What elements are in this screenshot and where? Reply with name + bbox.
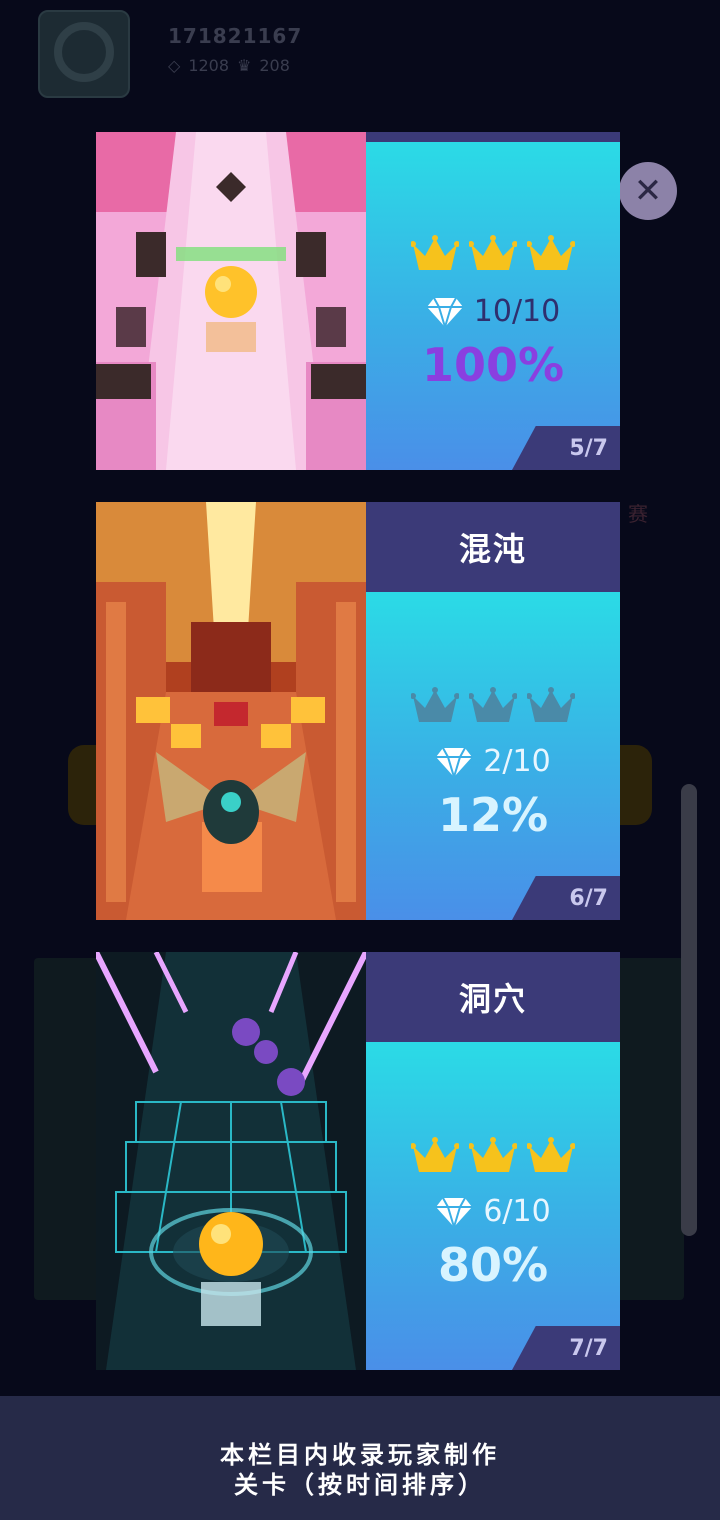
crown-rating — [366, 686, 620, 726]
footer-caption: 本栏目内收录玩家制作 关卡（按时间排序） — [0, 1396, 720, 1520]
background-label: 赛 — [628, 502, 648, 526]
crown-rating — [366, 234, 620, 274]
completion-percent: 12% — [437, 788, 549, 842]
player-id: 171821167 — [168, 24, 303, 48]
gem-count: 1208 — [188, 56, 230, 75]
diamond-icon — [435, 746, 473, 778]
player-stats: ◇ 1208 ♛ 208 — [168, 56, 290, 75]
level-thumbnail — [96, 952, 366, 1370]
completion-percent: 80% — [437, 1238, 549, 1292]
level-thumbnail — [96, 502, 366, 920]
level-stats: 2/10 12% 6/7 — [366, 592, 620, 920]
crown-icon — [469, 1136, 517, 1176]
footer-line-2: 关卡（按时间排序） — [234, 1470, 486, 1499]
level-info: 混沌 2/10 12% 6/7 — [366, 502, 620, 920]
crown-outline-icon — [411, 686, 459, 726]
page-indicator: 7/7 — [512, 1326, 620, 1370]
gem-icon: ◇ — [168, 56, 181, 75]
crown-rating — [366, 1136, 620, 1176]
gem-progress: 10/10 — [366, 294, 620, 329]
crown-icon — [469, 234, 517, 274]
page-indicator: 6/7 — [512, 876, 620, 920]
close-icon: ✕ — [633, 171, 663, 211]
level-thumbnail-pink — [96, 132, 366, 470]
scrollbar[interactable] — [681, 784, 697, 1236]
gem-count: 6/10 — [483, 1194, 551, 1229]
level-stats: 6/10 80% 7/7 — [366, 1042, 620, 1370]
gem-progress: 6/10 — [366, 1194, 620, 1229]
level-card[interactable]: 洞穴 6/10 80% 7/7 — [96, 952, 620, 1370]
level-card[interactable]: 10/10 100% 5/7 — [96, 132, 620, 470]
crown-icon — [527, 1136, 575, 1176]
crown-icon — [411, 234, 459, 274]
crown-icon: ♛ — [237, 56, 252, 75]
crown-icon — [527, 234, 575, 274]
avatar — [38, 10, 130, 98]
gem-progress: 2/10 — [366, 744, 620, 779]
level-card[interactable]: 混沌 2/10 12% 6/7 — [96, 502, 620, 920]
diamond-icon — [426, 296, 464, 328]
footer-line-1: 本栏目内收录玩家制作 — [220, 1440, 500, 1469]
level-thumbnail-cyber — [96, 952, 366, 1370]
level-info: 洞穴 6/10 80% 7/7 — [366, 952, 620, 1370]
crown-count: 208 — [259, 56, 290, 75]
completion-percent: 100% — [421, 338, 565, 392]
level-title: 洞穴 — [366, 952, 620, 1042]
gem-count: 2/10 — [483, 744, 551, 779]
crown-outline-icon — [469, 686, 517, 726]
level-title: 混沌 — [366, 502, 620, 592]
crown-icon — [411, 1136, 459, 1176]
level-info: 10/10 100% 5/7 — [366, 132, 620, 470]
close-button[interactable]: ✕ — [619, 162, 677, 220]
title-strip — [366, 132, 620, 142]
page-indicator: 5/7 — [512, 426, 620, 470]
gem-count: 10/10 — [473, 294, 561, 329]
crown-outline-icon — [527, 686, 575, 726]
level-thumbnail-egypt — [96, 502, 366, 920]
level-thumbnail — [96, 132, 366, 470]
diamond-icon — [435, 1196, 473, 1228]
level-stats: 10/10 100% 5/7 — [366, 142, 620, 470]
